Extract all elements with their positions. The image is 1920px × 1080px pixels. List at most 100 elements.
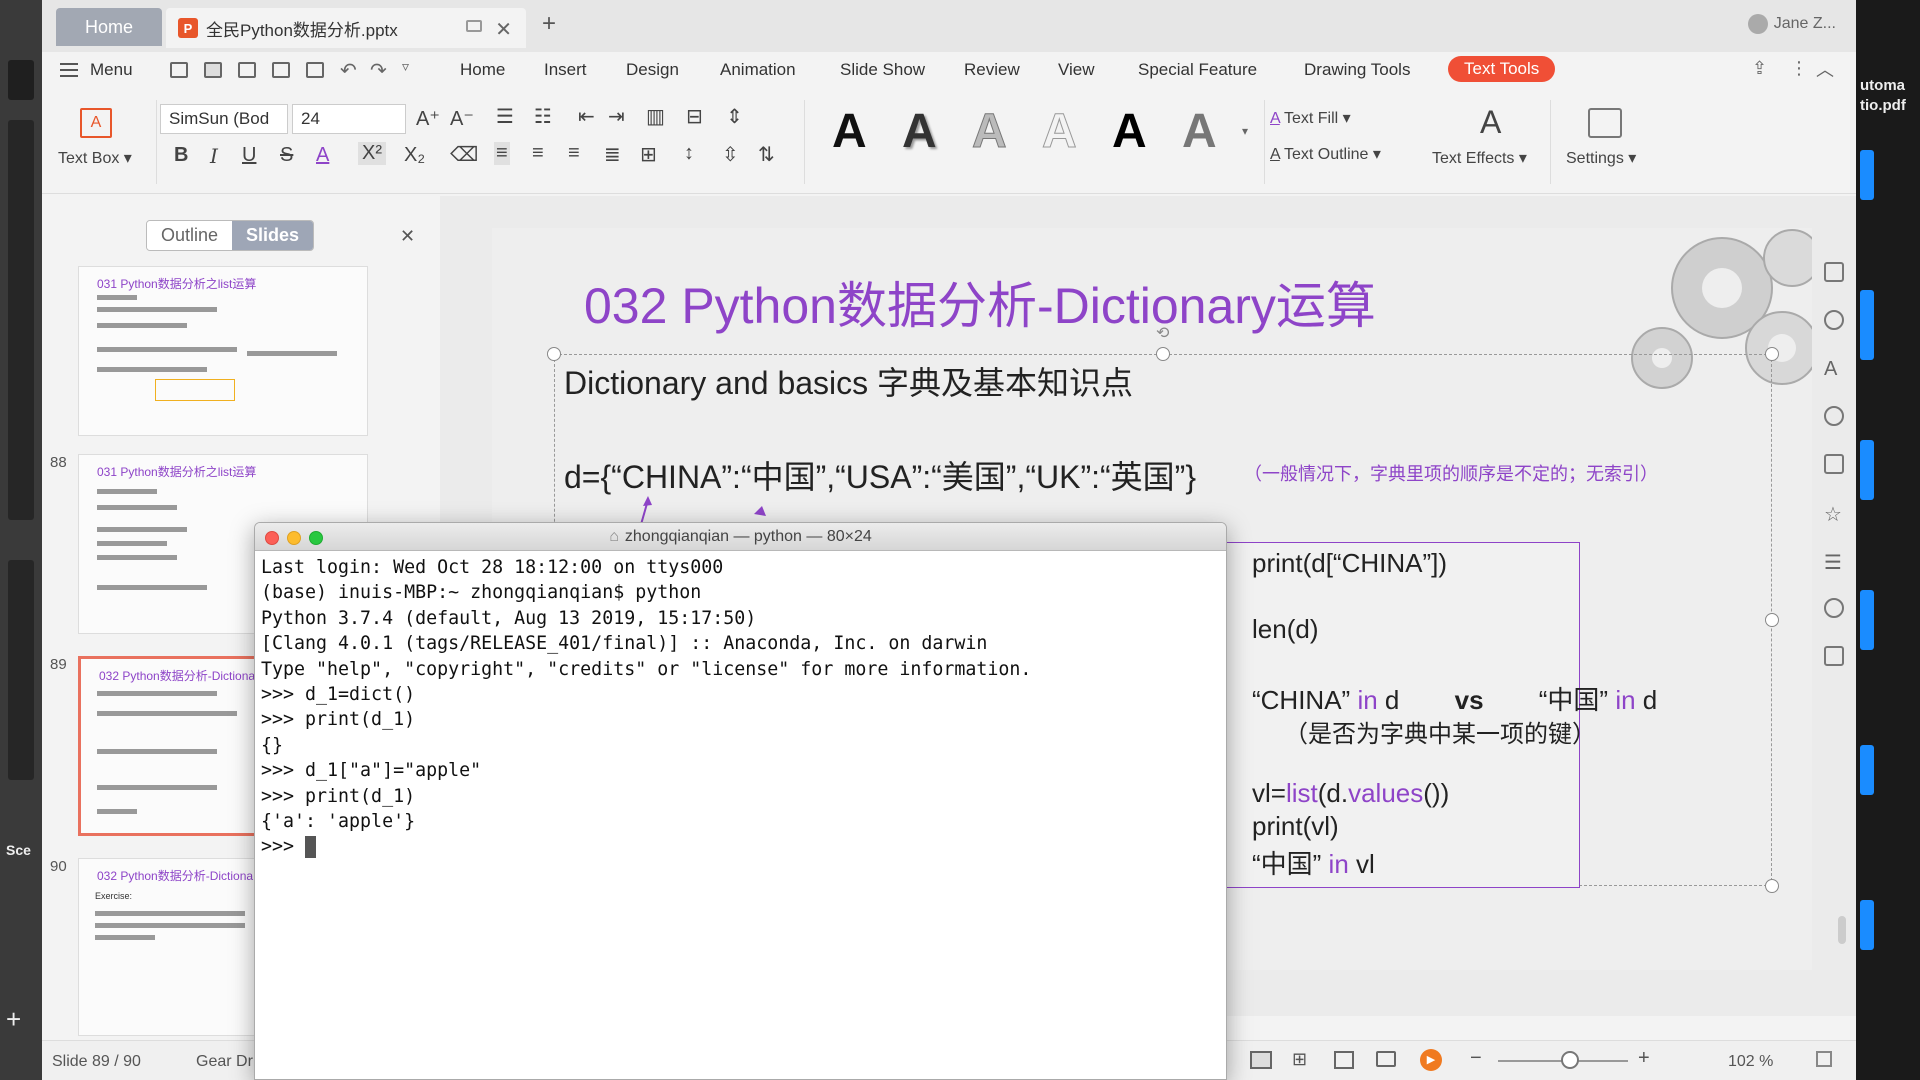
superscript-icon[interactable]: X² — [358, 142, 386, 165]
terminal-prompt-line[interactable]: >>> — [261, 834, 1220, 859]
underline-icon[interactable]: U — [242, 144, 256, 167]
text-style-icon[interactable]: A — [1824, 358, 1844, 380]
increase-indent-icon[interactable]: ⇥ — [608, 104, 625, 129]
more-icon[interactable]: ⋮ — [1790, 58, 1808, 79]
terminal-title-bar[interactable]: ⌂ zhongqianqian — python — 80×24 — [255, 523, 1226, 551]
italic-icon[interactable]: I — [210, 144, 218, 168]
zoom-in-icon[interactable]: + — [1638, 1047, 1650, 1070]
tab-slide-show[interactable]: Slide Show — [836, 58, 929, 82]
tab-document[interactable]: P 全民Python数据分析.pptx ✕ — [166, 8, 526, 48]
new-tab-icon[interactable]: + — [542, 10, 556, 38]
presenter-view-icon[interactable] — [1376, 1051, 1396, 1067]
undo-icon[interactable]: ↶ — [340, 58, 357, 83]
fit-window-icon[interactable] — [1816, 1051, 1832, 1067]
layers-icon[interactable] — [1824, 454, 1844, 474]
zoom-slider-knob[interactable] — [1560, 1051, 1579, 1069]
strikethrough-icon[interactable]: S — [280, 144, 293, 167]
resize-handle[interactable] — [547, 347, 561, 361]
bold-icon[interactable]: B — [174, 144, 188, 167]
numbering-icon[interactable]: ☷ — [534, 104, 552, 129]
chevron-down-icon[interactable]: ▿ — [402, 58, 409, 75]
bullets-icon[interactable]: ☰ — [496, 104, 514, 129]
text-outline-button[interactable]: A Text Outline ▾ — [1270, 144, 1381, 164]
object-icon[interactable] — [1824, 310, 1844, 330]
normal-view-icon[interactable] — [1250, 1051, 1272, 1069]
rotate-handle-icon[interactable]: ⟲ — [1156, 323, 1169, 343]
redo-icon[interactable]: ↷ — [370, 58, 387, 83]
zoom-window-icon[interactable] — [309, 531, 323, 545]
monitor-icon[interactable] — [466, 20, 482, 32]
terminal-output[interactable]: Last login: Wed Oct 28 18:12:00 on ttys0… — [255, 551, 1226, 864]
tab-home-menu[interactable]: Home — [456, 58, 509, 82]
tab-drawing-tools[interactable]: Drawing Tools — [1300, 58, 1414, 82]
tab-design[interactable]: Design — [622, 58, 683, 82]
text-fill-button[interactable]: A Text Fill ▾ — [1270, 108, 1351, 128]
clear-format-icon[interactable]: ⌫ — [450, 142, 478, 167]
animation-icon[interactable] — [1824, 406, 1844, 426]
terminal-window[interactable]: ⌂ zhongqianqian — python — 80×24 Last log… — [254, 522, 1227, 1080]
align-text-icon[interactable]: ⇕ — [726, 104, 743, 129]
zoom-out-icon[interactable]: − — [1470, 1047, 1482, 1070]
tab-review[interactable]: Review — [960, 58, 1024, 82]
text-style-preset-2[interactable]: A — [902, 104, 937, 159]
desktop-folder-icon[interactable] — [1860, 900, 1874, 950]
zoom-level[interactable]: 102 % — [1728, 1053, 1773, 1071]
text-style-preset-6[interactable]: A — [1182, 104, 1217, 159]
outline-tab[interactable]: Outline — [147, 221, 233, 250]
desktop-folder-icon[interactable] — [1860, 590, 1874, 650]
image-icon[interactable] — [1824, 646, 1844, 666]
tab-animation[interactable]: Animation — [716, 58, 800, 82]
desktop-folder-icon[interactable] — [1860, 745, 1874, 795]
paragraph-settings-icon[interactable]: ⇅ — [758, 142, 775, 167]
print-preview-icon[interactable] — [306, 62, 324, 78]
collapse-ribbon-icon[interactable]: ︿ — [1816, 56, 1834, 82]
print-icon[interactable] — [272, 62, 290, 78]
slide-thumbnail[interactable]: 031 Python数据分析之list运算 — [78, 266, 368, 436]
text-box-button[interactable]: Text Box ▾ — [58, 148, 132, 168]
desktop-folder-icon[interactable] — [1860, 150, 1874, 200]
font-color-icon[interactable]: A — [316, 144, 329, 167]
resize-handle[interactable] — [1156, 347, 1170, 361]
menu-button[interactable]: Menu — [60, 60, 133, 80]
desktop-plus-icon[interactable]: + — [6, 1004, 21, 1035]
close-window-icon[interactable] — [265, 531, 279, 545]
adjust-icon[interactable]: ☰ — [1824, 550, 1844, 574]
decrease-font-icon[interactable]: A⁻ — [450, 106, 474, 131]
desktop-folder-icon[interactable] — [1860, 440, 1874, 500]
play-slideshow-icon[interactable]: ▶ — [1420, 1049, 1442, 1071]
close-panel-icon[interactable]: ✕ — [400, 226, 415, 247]
text-style-preset-5[interactable]: A — [1112, 104, 1147, 159]
resize-handle[interactable] — [1765, 879, 1779, 893]
decrease-indent-icon[interactable]: ⇤ — [578, 104, 595, 129]
text-box-icon[interactable]: A — [80, 108, 112, 138]
reading-view-icon[interactable] — [1334, 1051, 1354, 1069]
close-tab-icon[interactable]: ✕ — [495, 17, 512, 42]
tab-home[interactable]: Home — [56, 8, 162, 46]
text-style-preset-4[interactable]: A — [1042, 104, 1078, 159]
subscript-icon[interactable]: X₂ — [404, 144, 425, 167]
export-pdf-icon[interactable] — [238, 62, 256, 78]
text-effects-icon[interactable]: A — [1480, 104, 1501, 141]
text-direction-icon[interactable]: ⊟ — [686, 104, 703, 129]
text-style-preset-3[interactable]: A — [972, 104, 1008, 159]
justify-icon[interactable]: ≣ — [604, 142, 621, 167]
star-icon[interactable]: ☆ — [1824, 502, 1844, 526]
tab-insert[interactable]: Insert — [540, 58, 591, 82]
shapes-icon[interactable] — [1824, 262, 1844, 282]
align-left-icon[interactable]: ≡ — [494, 142, 510, 165]
desktop-folder-icon[interactable] — [1860, 290, 1874, 360]
minimize-window-icon[interactable] — [287, 531, 301, 545]
settings-icon[interactable] — [1588, 108, 1622, 138]
resize-handle[interactable] — [1765, 613, 1779, 627]
columns-icon[interactable]: ▥ — [646, 104, 665, 129]
share-icon[interactable]: ⇪ — [1752, 58, 1767, 79]
tab-special-feature[interactable]: Special Feature — [1134, 58, 1261, 82]
save-icon[interactable] — [204, 62, 222, 78]
align-center-icon[interactable]: ≡ — [532, 142, 544, 165]
resize-handle[interactable] — [1765, 347, 1779, 361]
history-icon[interactable] — [1824, 598, 1844, 618]
text-effects-button[interactable]: Text Effects ▾ — [1432, 148, 1527, 168]
tab-text-tools[interactable]: Text Tools — [1448, 56, 1556, 82]
align-right-icon[interactable]: ≡ — [568, 142, 580, 165]
slide-title[interactable]: 032 Python数据分析-Dictionary运算 — [584, 266, 1376, 338]
